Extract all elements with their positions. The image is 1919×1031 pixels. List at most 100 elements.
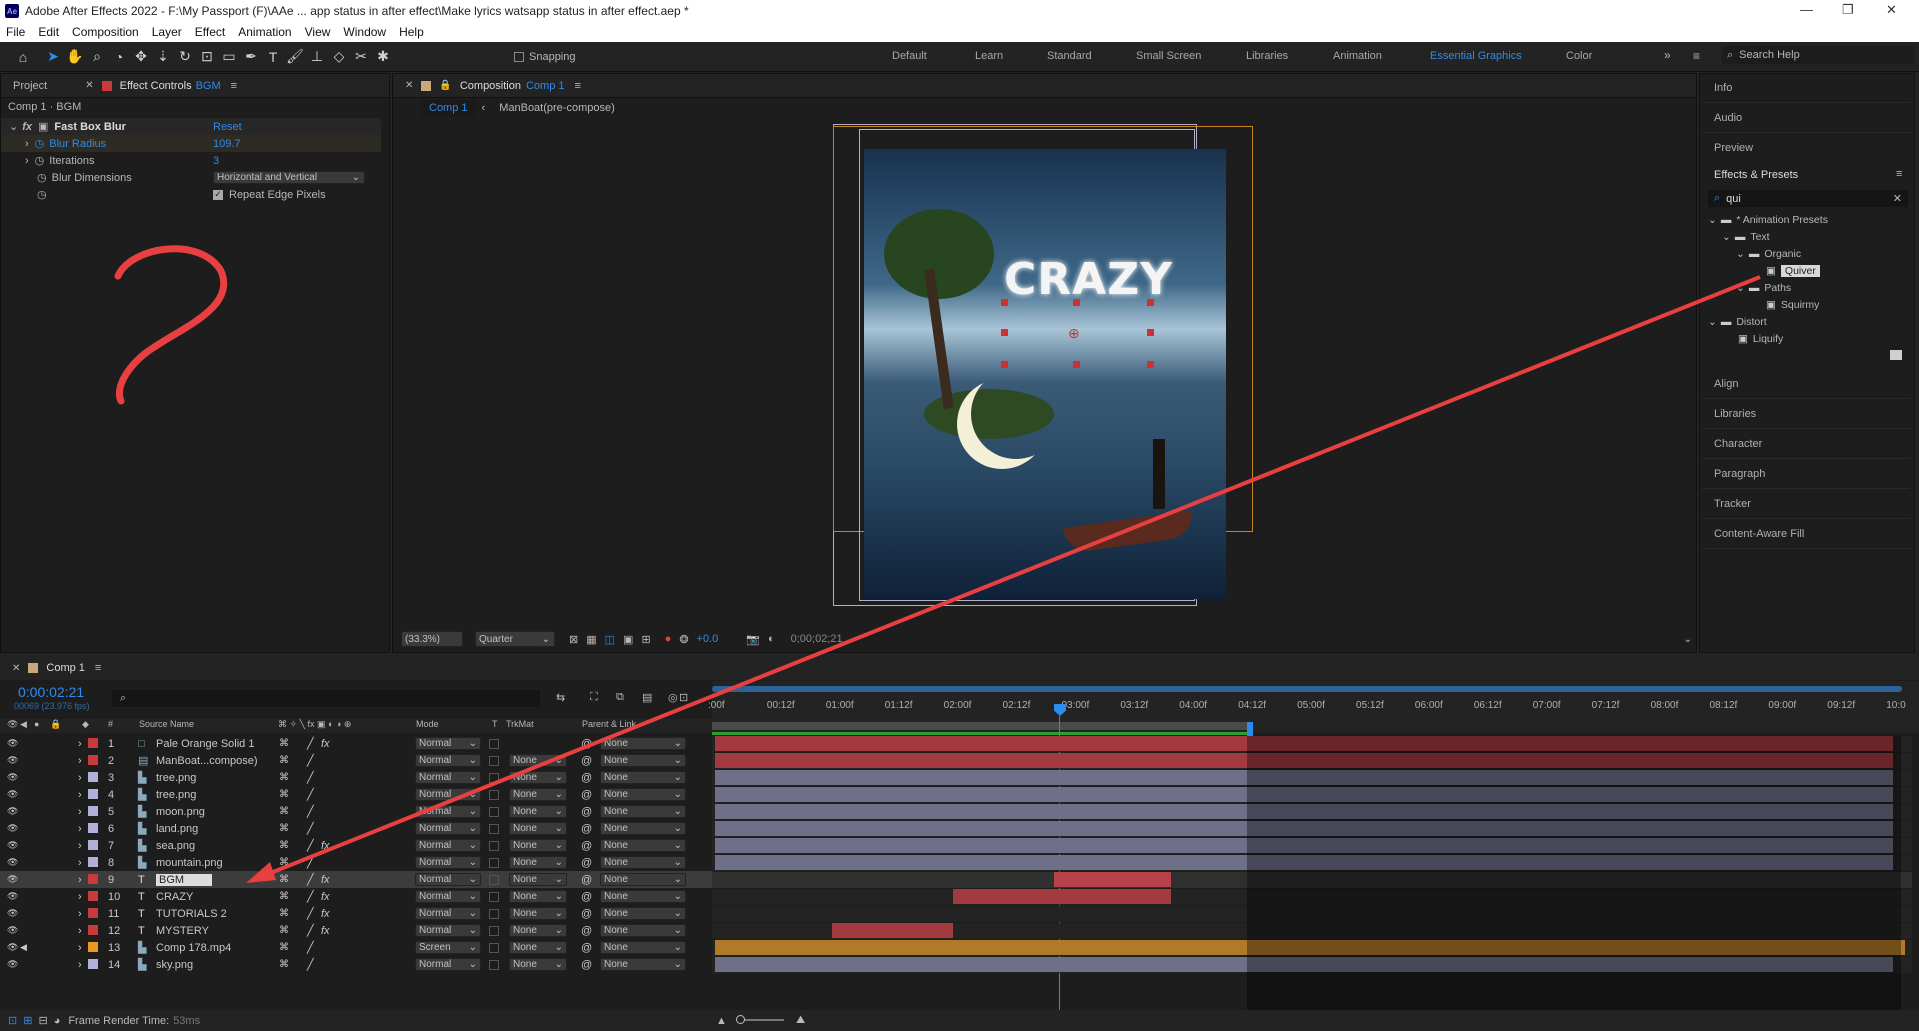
- parent-dropdown[interactable]: None ⌄: [600, 805, 686, 818]
- mask-visibility-icon[interactable]: ◫: [605, 633, 615, 646]
- eye-icon[interactable]: 👁: [7, 789, 18, 800]
- pickwhip-icon[interactable]: @: [581, 891, 592, 903]
- layer-name[interactable]: TUTORIALS 2: [156, 908, 227, 920]
- region-of-interest-icon[interactable]: ▣: [623, 633, 633, 646]
- minimize-icon[interactable]: —: [1800, 2, 1813, 17]
- layer-name[interactable]: BGM: [156, 873, 213, 886]
- blur-dimensions-dropdown[interactable]: Horizontal and Vertical ⌄: [213, 171, 365, 184]
- layer-label-swatch[interactable]: [88, 959, 98, 969]
- workspace-color[interactable]: Color: [1566, 50, 1592, 62]
- fast-previews-icon[interactable]: ⊠: [569, 633, 578, 646]
- menu-item-composition[interactable]: Composition: [72, 25, 139, 39]
- tree-folder[interactable]: ⌄ ▬ Organic: [1702, 246, 1902, 262]
- quality-icon[interactable]: ╱: [307, 873, 314, 886]
- expand-chevron-icon[interactable]: ›: [78, 738, 82, 750]
- puppet-tool-icon[interactable]: ✱: [372, 46, 394, 68]
- parent-dropdown[interactable]: None ⌄: [600, 890, 686, 903]
- work-area-end-handle[interactable]: [1247, 722, 1253, 736]
- chevron-down-icon[interactable]: ⌄: [1708, 214, 1717, 226]
- shy-icon[interactable]: ⌘: [279, 959, 289, 970]
- blend-mode-dropdown[interactable]: Normal ⌄: [415, 754, 481, 767]
- tree-preset[interactable]: ▣ Squirmy: [1702, 297, 1902, 313]
- draft-3d-icon[interactable]: ⛶: [590, 691, 598, 704]
- home-icon[interactable]: ⌂: [12, 46, 34, 68]
- anchor-tool-icon[interactable]: ⊡: [196, 46, 218, 68]
- layer-label-swatch[interactable]: [88, 789, 98, 799]
- shy-icon[interactable]: ⌘: [279, 823, 289, 834]
- breadcrumb-comp1[interactable]: Comp 1: [421, 100, 476, 116]
- layer-name[interactable]: ManBoat...compose): [156, 755, 258, 767]
- in-out-toggle-icon[interactable]: ⊟: [38, 1014, 47, 1027]
- expand-chevron-icon[interactable]: ›: [78, 806, 82, 818]
- pickwhip-icon[interactable]: @: [581, 959, 592, 971]
- layer-name[interactable]: MYSTERY: [156, 925, 209, 937]
- trkmat-dropdown[interactable]: None ⌄: [509, 907, 567, 920]
- blend-mode-dropdown[interactable]: Normal ⌄: [415, 924, 481, 937]
- canvas-image[interactable]: CRAZY ⊕: [864, 149, 1226, 599]
- eye-icon[interactable]: 👁: [7, 874, 18, 885]
- layer-row[interactable]: 👁 › 12 T MYSTERY ⌘ ╱ fx Normal ⌄ None ⌄ @ None ⌄: [0, 922, 712, 939]
- frame-blending-icon[interactable]: ▤: [642, 691, 652, 704]
- repeat-edge-checkbox[interactable]: ✓: [213, 189, 223, 200]
- tree-folder[interactable]: ⌄ ▬ Text: [1702, 229, 1902, 245]
- type-tool-icon[interactable]: T: [262, 46, 284, 68]
- channels-icon[interactable]: ●: [665, 633, 672, 645]
- color-management-icon[interactable]: ❂: [679, 633, 688, 646]
- layer-row[interactable]: 👁 › 7 ▙ sea.png ⌘ ╱ fx Normal ⌄ None ⌄ @ None ⌄: [0, 837, 712, 854]
- tab-effect-controls[interactable]: Effect Controls: [120, 80, 192, 92]
- preserve-transparency-box[interactable]: [489, 908, 499, 919]
- quality-icon[interactable]: ╱: [307, 771, 314, 784]
- composition-mini-flowchart-icon[interactable]: ⇆: [556, 691, 565, 704]
- pickwhip-icon[interactable]: @: [581, 908, 592, 920]
- tree-folder[interactable]: ⌄ ▬ Distort: [1702, 314, 1902, 330]
- quality-icon[interactable]: ╱: [307, 754, 314, 767]
- expand-chevron-icon[interactable]: ›: [78, 789, 82, 801]
- quality-icon[interactable]: ╱: [307, 907, 314, 920]
- source-name-header[interactable]: Source Name: [139, 719, 194, 729]
- maximize-icon[interactable]: ❐: [1842, 2, 1854, 18]
- pickwhip-icon[interactable]: @: [581, 874, 592, 886]
- preserve-transparency-box[interactable]: [489, 942, 499, 953]
- layer-name[interactable]: tree.png: [156, 789, 196, 801]
- blend-mode-dropdown[interactable]: Normal ⌄: [415, 737, 481, 750]
- menu-item-layer[interactable]: Layer: [152, 25, 182, 39]
- preserve-transparency-box[interactable]: [489, 925, 499, 936]
- zoom-dropdown[interactable]: (33.3%) ⌄: [401, 631, 1692, 647]
- fx-icon[interactable]: fx: [22, 121, 32, 133]
- pickwhip-icon[interactable]: @: [581, 925, 592, 937]
- quality-icon[interactable]: ╱: [307, 924, 314, 937]
- expand-workspaces-icon[interactable]: »: [1664, 48, 1671, 62]
- workspace-default[interactable]: Default: [892, 50, 927, 62]
- zoom-in-icon[interactable]: ⛰: [796, 1014, 805, 1027]
- stopwatch-icon[interactable]: ◷: [35, 154, 45, 167]
- transfer-controls-toggle-icon[interactable]: ⊞: [23, 1014, 32, 1027]
- menu-item-animation[interactable]: Animation: [238, 25, 291, 39]
- menu-item-view[interactable]: View: [305, 25, 331, 39]
- blend-mode-dropdown[interactable]: Normal ⌄: [415, 822, 481, 835]
- quality-icon[interactable]: ╱: [307, 856, 314, 869]
- expand-chevron-icon[interactable]: ›: [78, 772, 82, 784]
- tree-folder[interactable]: ⌄ ▬ * Animation Presets: [1702, 212, 1902, 228]
- timeline-search-input[interactable]: ⌕: [112, 690, 540, 707]
- panel-tracker[interactable]: Tracker: [1702, 489, 1910, 519]
- stopwatch-icon[interactable]: ◷: [35, 137, 45, 150]
- breadcrumb-manboat[interactable]: ManBoat(pre-compose): [499, 102, 615, 114]
- pickwhip-icon[interactable]: @: [581, 772, 592, 784]
- orbit-tool-icon[interactable]: ◔: [108, 46, 130, 68]
- trkmat-dropdown[interactable]: None ⌄: [509, 805, 567, 818]
- layer-row[interactable]: 👁 › 1 □ Pale Orange Solid 1 ⌘ ╱ fx Normal ⌄ @ None ⌄: [0, 735, 712, 752]
- pickwhip-icon[interactable]: @: [581, 857, 592, 869]
- fx-switch-icon[interactable]: fx: [321, 840, 330, 852]
- eye-icon[interactable]: 👁: [7, 806, 18, 817]
- menu-item-effect[interactable]: Effect: [195, 25, 225, 39]
- lock-icon[interactable]: 🔒: [439, 80, 451, 91]
- expand-chevron-icon[interactable]: ›: [78, 925, 82, 937]
- eye-icon[interactable]: 👁: [7, 840, 18, 851]
- menu-item-file[interactable]: File: [6, 25, 25, 39]
- panel-info[interactable]: Info: [1702, 73, 1910, 103]
- layer-row[interactable]: 👁 ◀ › 13 ▙ Comp 178.mp4 ⌘ ╱ Screen ⌄ None ⌄ @ None ⌄: [0, 939, 712, 956]
- eraser-tool-icon[interactable]: ◇: [328, 46, 350, 68]
- layer-label-swatch[interactable]: [88, 772, 98, 782]
- fx-switch-icon[interactable]: fx: [321, 891, 330, 903]
- time-navigator[interactable]: [712, 686, 1902, 692]
